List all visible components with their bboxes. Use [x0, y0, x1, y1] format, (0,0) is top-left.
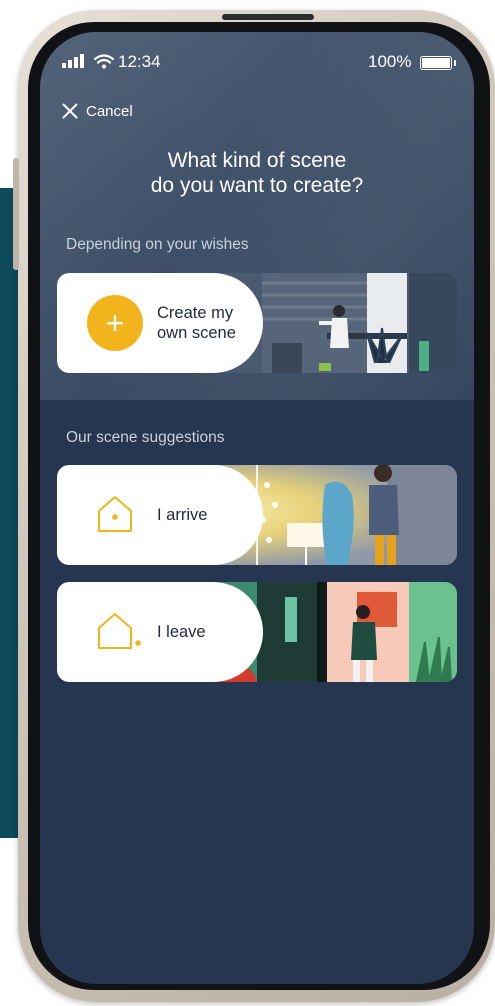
page-title-line2: do you want to create?	[150, 174, 364, 197]
close-icon	[62, 103, 78, 119]
scene-card-arrive[interactable]: I arrive	[57, 465, 457, 565]
status-bar: 12:34 100%	[40, 32, 474, 88]
home-arrive-icon	[98, 496, 132, 532]
wifi-icon	[94, 54, 114, 69]
create-card-label: Create my own scene	[157, 303, 236, 343]
create-section-label: Depending on your wishes	[66, 236, 249, 253]
home-leave-icon	[98, 613, 141, 649]
phone-side-button	[13, 158, 19, 270]
battery-percentage: 100%	[368, 52, 412, 71]
app-screen: 12:34 100% Cancel What kind of scene do …	[40, 32, 474, 984]
page-title: What kind of scene do you want to create…	[40, 148, 474, 198]
create-card-label-line1: Create my	[157, 304, 234, 322]
status-time: 12:34	[118, 52, 161, 71]
signal-icon	[62, 54, 84, 68]
leave-card-label: I leave	[157, 623, 206, 641]
phone-speaker	[222, 14, 314, 20]
cancel-button[interactable]: Cancel	[62, 100, 133, 122]
battery-icon	[420, 56, 456, 70]
scene-card-leave[interactable]: I leave	[57, 582, 457, 682]
suggestions-section-label: Our scene suggestions	[66, 429, 225, 446]
plus-icon: +	[87, 295, 143, 351]
arrive-card-label: I arrive	[157, 506, 208, 524]
cancel-label: Cancel	[86, 102, 133, 120]
page-title-line1: What kind of scene	[167, 149, 347, 172]
create-own-scene-card[interactable]: + Create my own scene	[57, 273, 457, 373]
create-card-label-line2: own scene	[157, 324, 236, 342]
